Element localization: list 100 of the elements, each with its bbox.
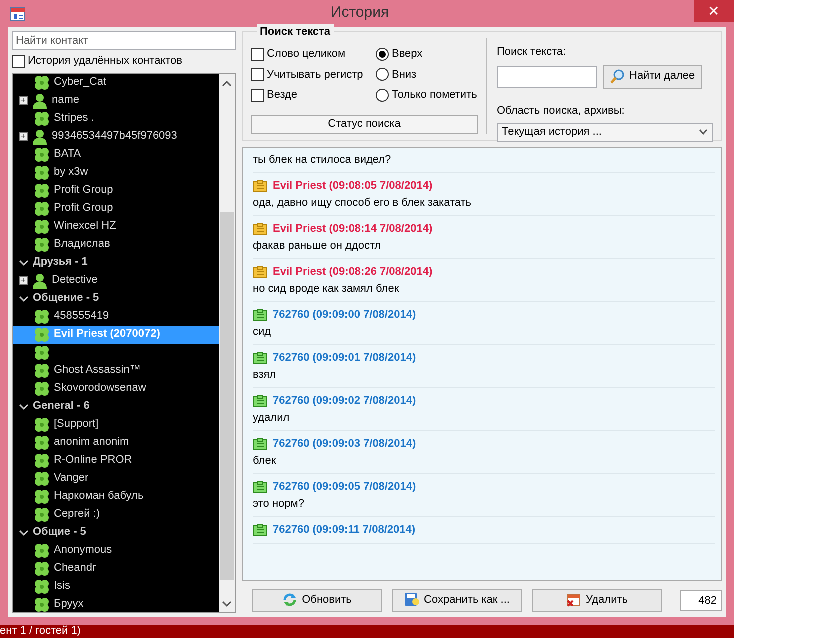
person-icon <box>32 128 48 144</box>
checkbox[interactable] <box>251 88 264 102</box>
clover-icon <box>34 344 50 360</box>
message-header: 762760 (09:09:05 7/08/2014) <box>273 480 416 495</box>
contact-name[interactable]: Владислав <box>54 236 110 253</box>
scope-dropdown[interactable]: Текущая история ... <box>497 123 713 142</box>
contact-name[interactable]: 458555419 <box>54 308 110 325</box>
contact-name[interactable]: Наркоман бабуль <box>54 488 144 505</box>
scroll-down-icon <box>222 600 232 608</box>
message-header: Evil Priest (09:08:05 7/08/2014) <box>273 178 433 194</box>
message-header: Evil Priest (09:08:26 7/08/2014) <box>273 264 433 280</box>
radio-button[interactable] <box>376 48 389 61</box>
contact-name[interactable]: Profit Group <box>54 200 114 217</box>
note-icon <box>253 352 268 364</box>
expand-button[interactable]: + <box>19 276 28 285</box>
contact-name[interactable]: Skovorodowsenaw <box>54 380 146 397</box>
message-header: 762760 (09:09:01 7/08/2014) <box>273 350 416 366</box>
clover-icon <box>34 110 50 126</box>
save-button[interactable]: Сохранить как ... <box>392 588 522 612</box>
contact-name[interactable]: Anonymous <box>54 542 112 559</box>
contact-name[interactable]: BATA <box>54 146 82 163</box>
clover-icon <box>34 218 50 234</box>
checkbox-label: Учитывать регистр <box>267 68 364 82</box>
clover-icon <box>34 164 50 180</box>
contact-name[interactable]: Isis <box>54 578 70 595</box>
contact-name[interactable]: Detective <box>52 272 98 289</box>
checkbox[interactable] <box>251 48 264 61</box>
clover-icon <box>34 488 50 504</box>
message-header: Evil Priest (09:08:14 7/08/2014) <box>273 222 433 237</box>
checkbox[interactable] <box>12 54 25 68</box>
checkbox-label: Везде <box>267 88 298 103</box>
message-count: 482 <box>680 590 722 610</box>
search-icon <box>610 68 626 84</box>
person-icon <box>32 92 48 108</box>
taskbar-text: ент 1 / гостей 1) <box>0 625 734 638</box>
clover-icon <box>34 380 50 396</box>
clover-icon <box>34 452 50 468</box>
clover-icon <box>34 578 50 594</box>
scrollbar-thumb[interactable] <box>220 212 234 580</box>
note-icon <box>253 438 268 450</box>
close-button[interactable]: ✕ <box>694 0 734 22</box>
field-label: Поиск текста: <box>497 45 568 60</box>
message-header: 762760 (09:09:11 7/08/2014) <box>273 522 416 538</box>
contact-name[interactable]: name <box>52 92 80 109</box>
search-text-field[interactable] <box>497 66 597 88</box>
clover-icon <box>34 596 50 612</box>
message-header: 762760 (09:09:00 7/08/2014) <box>273 308 416 323</box>
contact-name[interactable]: R-Online PROR <box>54 452 132 469</box>
clover-icon <box>34 146 50 162</box>
contact-name[interactable]: Cyber_Cat <box>54 74 107 91</box>
contact-name[interactable]: Cheandr <box>54 560 96 577</box>
expand-button[interactable]: + <box>19 96 28 105</box>
clover-icon <box>34 506 50 522</box>
clover-icon <box>34 470 50 486</box>
message-text: факав раньше он ддостл <box>253 239 382 254</box>
delete-button[interactable]: Удалить <box>532 588 662 612</box>
radio-button[interactable] <box>376 68 389 82</box>
group-name[interactable]: Общение - 5 <box>33 290 100 307</box>
checkbox[interactable] <box>251 68 264 82</box>
note-icon <box>253 524 268 536</box>
group-name[interactable]: Общие - 5 <box>33 524 86 541</box>
find-next-button[interactable]: Найти далее <box>602 64 702 88</box>
scrollbar[interactable] <box>219 74 235 612</box>
message-text: взял <box>253 368 278 383</box>
contact-name[interactable]: Сергей :) <box>54 506 100 523</box>
clover-icon <box>34 560 50 576</box>
refresh-icon <box>282 592 298 608</box>
checkbox-label: История удалённых контактов <box>28 54 183 69</box>
contact-name[interactable]: Vanger <box>54 470 89 487</box>
group-name[interactable]: Друзья - 1 <box>33 254 88 271</box>
contact-name[interactable]: Stripes . <box>54 110 94 127</box>
radio-label: Только пометить <box>392 88 478 103</box>
contact-name[interactable]: Ghost Assassin™ <box>54 362 141 379</box>
radio-button[interactable] <box>376 88 389 102</box>
contact-name[interactable]: [Support] <box>54 416 99 433</box>
refresh-button[interactable]: Обновить <box>252 588 382 612</box>
clover-icon <box>34 236 50 252</box>
contact-name[interactable]: Бруух <box>54 596 84 612</box>
message-header: 762760 (09:09:02 7/08/2014) <box>273 394 416 409</box>
contact-name[interactable]: 99346534497b45f976093 <box>52 128 178 145</box>
note-icon <box>253 480 268 494</box>
message-text: но сид вроде как замял блек <box>253 282 400 297</box>
contact-name[interactable]: Profit Group <box>54 182 114 199</box>
window-title: История <box>330 3 390 24</box>
group-name[interactable]: General - 6 <box>33 398 90 415</box>
message-text: ты блек на стилоса видел? <box>253 153 392 168</box>
clover-icon <box>34 182 50 198</box>
save-icon <box>404 592 420 608</box>
contact-name[interactable]: Winexcel HZ <box>54 218 116 235</box>
message-text: сид <box>253 325 272 340</box>
contact-search-field[interactable]: Найти контакт <box>12 31 236 50</box>
expand-button[interactable]: + <box>19 132 28 141</box>
contact-name[interactable]: anonim anonim <box>54 434 130 451</box>
note-icon <box>253 266 268 278</box>
note-icon <box>253 308 268 322</box>
note-icon <box>253 394 268 408</box>
clover-icon <box>34 434 50 450</box>
radio-label: Вниз <box>392 68 417 82</box>
person-icon <box>32 272 48 288</box>
contact-name[interactable]: by x3w <box>54 164 88 181</box>
